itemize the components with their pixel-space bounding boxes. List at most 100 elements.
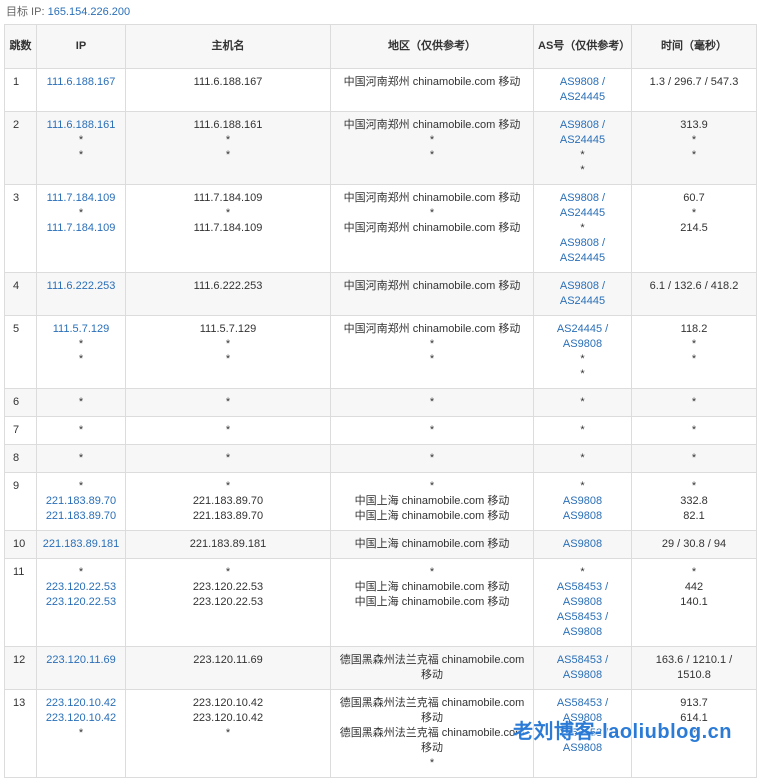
ip-link[interactable]: 223.120.10.42 [41, 696, 121, 711]
region-text: 移动 [421, 742, 443, 754]
as-link[interactable]: AS24445 [538, 90, 627, 105]
region-text: * [429, 353, 435, 365]
host-text: 221.183.89.70 [192, 510, 264, 522]
hop-cell: 7 [4, 416, 37, 445]
ip-link[interactable]: 223.120.22.53 [41, 580, 121, 595]
as-link[interactable]: AS9808 / [538, 75, 627, 90]
as-cell: * [533, 444, 632, 473]
region-text: 移动 [421, 669, 443, 681]
hostname-cell: * [125, 388, 331, 417]
ip-cell: * [36, 444, 126, 473]
ip-link[interactable]: 221.183.89.70 [41, 509, 121, 524]
as-link[interactable]: AS58453 / [538, 580, 627, 595]
ip-cell: 111.7.184.109 * 111.7.184.109 [36, 184, 126, 273]
as-link[interactable]: AS9808 / [538, 191, 627, 206]
ip-link[interactable]: 221.183.89.181 [41, 537, 121, 552]
ip-text: * [78, 727, 84, 739]
time-cell: 60.7 * 214.5 [631, 184, 757, 273]
table-body: 1 111.6.188.167 111.6.188.167 中国河南郑州 chinam… [4, 68, 757, 778]
ip-link[interactable]: 111.6.188.167 [41, 75, 121, 90]
host-text: 111.6.188.167 [193, 76, 263, 88]
ip-link[interactable]: 111.5.7.129 [41, 322, 121, 337]
as-cell: * AS58453 /AS9808 AS58453 /AS9808 [533, 558, 632, 647]
ip-text: * [78, 396, 84, 408]
ip-link[interactable]: 223.120.11.69 [41, 653, 121, 668]
host-text: 221.183.89.70 [192, 495, 264, 507]
hostname-cell: * [125, 444, 331, 473]
region-text: 中国上海 chinamobile.com 移动 [354, 510, 510, 522]
time-text: 1.3 / 296.7 / 547.3 [649, 76, 739, 88]
time-cell: 1.3 / 296.7 / 547.3 [631, 68, 757, 112]
as-link[interactable]: AS58453 / [538, 726, 627, 741]
time-text: * [691, 727, 697, 739]
as-link[interactable]: AS9808 [538, 625, 627, 640]
region-cell: 中国河南郑州 chinamobile.com 移动 * 中国河南郑州 chinamo… [330, 184, 534, 273]
as-link[interactable]: AS9808 [538, 509, 627, 524]
region-text: * [429, 396, 435, 408]
as-link[interactable]: AS58453 / [538, 610, 627, 625]
table-row: 2 111.6.188.161 * * 111.6.188.161 * * 中国河南郑州 ch… [4, 111, 757, 185]
host-text: * [225, 353, 231, 365]
as-link[interactable]: AS9808 / [538, 236, 627, 251]
hop-cell: 2 [4, 111, 37, 185]
region-text: 移动 [421, 712, 443, 724]
as-link[interactable]: AS58453 / [538, 696, 627, 711]
as-link[interactable]: AS9808 [538, 668, 627, 683]
as-link[interactable]: AS9808 [538, 595, 627, 610]
host-text: * [225, 207, 231, 219]
region-text: * [429, 134, 435, 146]
as-link[interactable]: AS9808 [538, 741, 627, 756]
header-region: 地区（仅供参考） [330, 24, 534, 69]
as-link[interactable]: AS9808 / [538, 279, 627, 294]
as-link[interactable]: AS24445 [538, 251, 627, 266]
ip-link[interactable]: 223.120.22.53 [41, 595, 121, 610]
time-text: 442 [684, 581, 704, 593]
ip-cell: 221.183.89.181 [36, 530, 126, 559]
as-link[interactable]: AS24445 [538, 133, 627, 148]
as-link[interactable]: AS24445 [538, 294, 627, 309]
region-text: 中国上海 chinamobile.com 移动 [354, 495, 510, 507]
region-text: * [429, 566, 435, 578]
as-link[interactable]: AS9808 [538, 337, 627, 352]
region-text: * [429, 149, 435, 161]
time-cell: * 442 140.1 [631, 558, 757, 647]
as-link[interactable]: AS58453 / [538, 653, 627, 668]
as-text: * [580, 368, 585, 380]
target-ip-bar: 目标 IP: 165.154.226.200 [0, 0, 758, 24]
ip-link[interactable]: 221.183.89.70 [41, 494, 121, 509]
as-link[interactable]: AS9808 [538, 537, 627, 552]
ip-link[interactable]: 111.7.184.109 [41, 191, 121, 206]
ip-link[interactable]: 223.120.10.42 [41, 711, 121, 726]
as-link[interactable]: AS24445 [538, 206, 627, 221]
host-text: * [225, 727, 231, 739]
as-cell: * AS9808 AS9808 [533, 472, 632, 531]
time-text: * [691, 452, 697, 464]
ip-link[interactable]: 111.6.222.253 [41, 279, 121, 294]
as-link[interactable]: AS24445 / [538, 322, 627, 337]
table-row: 4 111.6.222.253 111.6.222.253 中国河南郑州 chinam… [4, 272, 757, 316]
time-text: 614.1 [680, 712, 708, 724]
as-cell: AS58453 /AS9808 AS58453 /AS9808 [533, 689, 632, 778]
as-text: * [580, 353, 585, 365]
host-text: 223.120.11.69 [193, 654, 263, 666]
hostname-cell: 111.6.188.167 [125, 68, 331, 112]
hop-cell: 1 [4, 68, 37, 112]
as-link[interactable]: AS9808 [538, 494, 627, 509]
time-text: * [691, 149, 697, 161]
time-text: 6.1 / 132.6 / 418.2 [649, 280, 739, 292]
host-text: 223.120.22.53 [192, 596, 264, 608]
time-text: 313.9 [680, 119, 708, 131]
region-text: 中国河南郑州 chinamobile.com 移动 [343, 76, 521, 88]
as-link[interactable]: AS9808 / [538, 118, 627, 133]
ip-cell: 111.6.222.253 [36, 272, 126, 316]
time-text: * [691, 134, 697, 146]
ip-cell: 111.6.188.161 * * [36, 111, 126, 185]
ip-link[interactable]: 111.7.184.109 [41, 221, 121, 236]
header-time: 时间（毫秒） [631, 24, 757, 69]
time-text: 82.1 [683, 510, 705, 522]
ip-link[interactable]: 111.6.188.161 [41, 118, 121, 133]
region-cell: * [330, 444, 534, 473]
header-as: AS号（仅供参考） [533, 24, 632, 69]
host-text: 223.120.22.53 [192, 581, 264, 593]
as-link[interactable]: AS9808 [538, 711, 627, 726]
